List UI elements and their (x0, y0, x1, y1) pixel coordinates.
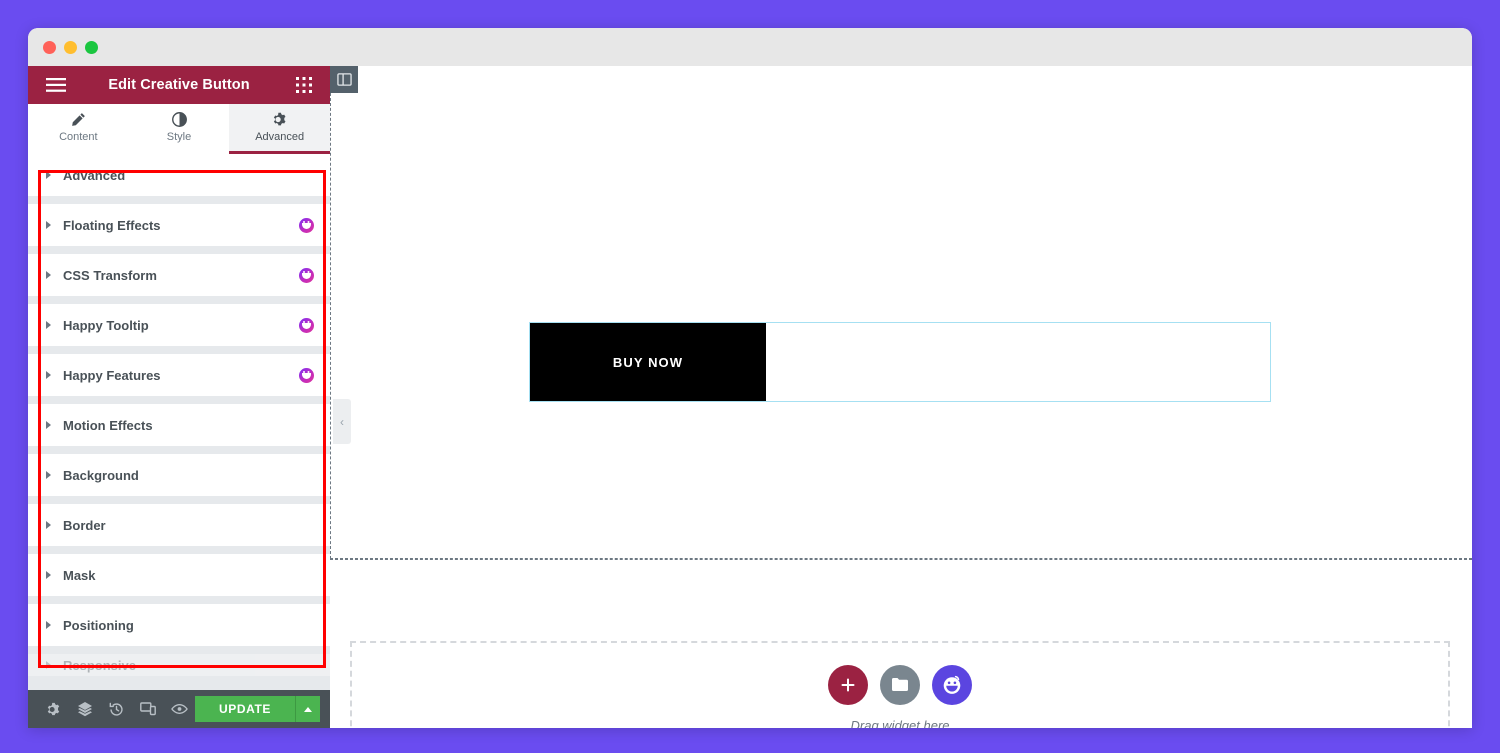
section-mask[interactable]: Mask (28, 554, 330, 596)
window-minimize-button[interactable] (64, 40, 77, 54)
panel-header: Edit Creative Button (28, 66, 330, 104)
happy-addons-icon (299, 217, 314, 233)
browser-window: Edit Creative Button Content Style Advan… (28, 28, 1472, 728)
chevron-right-icon (46, 421, 51, 429)
widget-dropzone[interactable]: Drag widget here (350, 641, 1450, 728)
chevron-right-icon (46, 221, 51, 229)
section-happy-tooltip[interactable]: Happy Tooltip (28, 304, 330, 346)
section-label: Happy Features (63, 367, 161, 383)
section-label: Happy Tooltip (63, 317, 149, 333)
happy-face-icon[interactable] (932, 664, 972, 705)
section-border[interactable]: Border (28, 504, 330, 546)
window-zoom-button[interactable] (85, 40, 98, 54)
happy-addons-icon (299, 267, 314, 283)
section-happy-features[interactable]: Happy Features (28, 354, 330, 396)
section-label: Advanced (63, 167, 126, 183)
chevron-right-icon (46, 621, 51, 629)
happy-addons-icon (299, 317, 314, 333)
section-responsive[interactable]: Responsive (28, 654, 330, 676)
dropzone-label: Drag widget here (850, 717, 950, 729)
history-icon[interactable] (101, 690, 132, 728)
update-options-button[interactable] (295, 696, 320, 722)
panel-tabs: Content Style Advanced (28, 104, 331, 154)
chevron-right-icon (46, 171, 51, 179)
eye-preview-icon[interactable] (164, 690, 195, 728)
panel-sections-list[interactable]: Advanced Floating Effects CSS Transform … (28, 154, 330, 690)
responsive-icon[interactable] (132, 690, 163, 728)
pencil-icon (71, 112, 86, 127)
section-label: Mask (63, 567, 96, 583)
tab-style[interactable]: Style (129, 104, 230, 154)
section-label: Border (63, 517, 106, 533)
window-titlebar (28, 28, 1472, 66)
chevron-right-icon (46, 521, 51, 529)
section-label: Responsive (63, 657, 136, 673)
section-motion-effects[interactable]: Motion Effects (28, 404, 330, 446)
canvas-section-top[interactable]: BUY NOW (330, 93, 1472, 559)
dropzone-buttons (828, 664, 972, 705)
tab-content-label: Content (59, 131, 98, 143)
section-label: Floating Effects (63, 217, 161, 233)
chevron-right-icon (46, 321, 51, 329)
canvas-section-divider (330, 559, 1472, 560)
tab-style-label: Style (166, 131, 192, 143)
window-close-button[interactable] (43, 40, 56, 54)
chevron-right-icon (46, 371, 51, 379)
template-library-button[interactable] (880, 664, 920, 705)
section-label: Motion Effects (63, 417, 153, 433)
chevron-right-icon (46, 471, 51, 479)
section-floating-effects[interactable]: Floating Effects (28, 204, 330, 246)
section-label: Background (63, 467, 139, 483)
editor-canvas: BUY NOW ‹ Drag widget here (330, 66, 1472, 728)
grid-apps-icon[interactable] (296, 77, 312, 93)
tab-content[interactable]: Content (28, 104, 129, 154)
hamburger-icon[interactable] (46, 78, 66, 92)
panel-title: Edit Creative Button (108, 77, 250, 93)
gear-icon (272, 112, 287, 127)
elementor-panel: Edit Creative Button Content Style Advan… (28, 66, 331, 728)
section-label: CSS Transform (63, 267, 157, 283)
layers-icon[interactable] (69, 690, 100, 728)
happy-addons-icon (299, 367, 314, 383)
update-button[interactable]: UPDATE (194, 696, 295, 722)
chevron-right-icon (46, 571, 51, 579)
section-css-transform[interactable]: CSS Transform (28, 254, 330, 296)
update-button-group: UPDATE (194, 696, 320, 722)
tab-advanced[interactable]: Advanced (229, 104, 331, 154)
tab-advanced-label: Advanced (255, 131, 305, 143)
button-widget-selected[interactable]: BUY NOW (529, 322, 1271, 402)
panel-layout-icon[interactable] (330, 66, 358, 93)
chevron-right-icon (46, 661, 51, 669)
contrast-icon (171, 112, 187, 127)
gear-icon[interactable] (38, 690, 69, 728)
add-section-button[interactable] (828, 664, 868, 705)
section-advanced[interactable]: Advanced (28, 154, 330, 196)
caret-up-icon (304, 706, 312, 712)
chevron-right-icon (46, 271, 51, 279)
elementor-editor: Edit Creative Button Content Style Advan… (28, 66, 1472, 728)
section-label: Positioning (63, 617, 134, 633)
panel-footer: UPDATE (28, 690, 330, 728)
buy-now-button[interactable]: BUY NOW (530, 323, 766, 401)
dropzone-inner: Drag widget here (352, 643, 1448, 728)
section-background[interactable]: Background (28, 454, 330, 496)
section-positioning[interactable]: Positioning (28, 604, 330, 646)
chevron-left-icon[interactable]: ‹ (333, 399, 351, 444)
